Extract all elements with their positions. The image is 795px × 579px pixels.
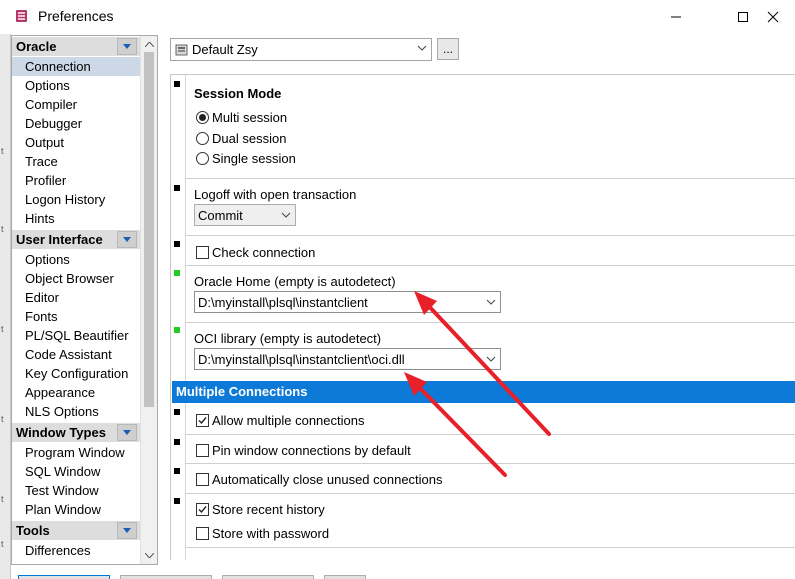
apply-button[interactable]: [222, 575, 314, 579]
cancel-button[interactable]: [120, 575, 212, 579]
annotation-arrow-oracle-home: [414, 291, 551, 436]
annotation-arrows: [404, 291, 551, 477]
help-button[interactable]: [324, 575, 366, 579]
ok-button[interactable]: [18, 575, 110, 579]
annotation-arrow-oci-library: [404, 372, 507, 477]
